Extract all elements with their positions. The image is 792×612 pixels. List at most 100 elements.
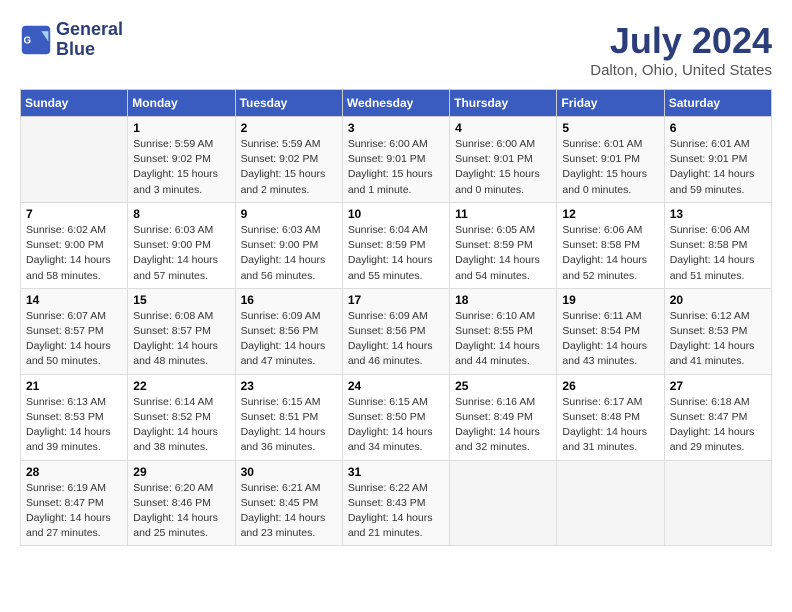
day-number: 31 <box>348 465 444 479</box>
day-cell: 27 Sunrise: 6:18 AM Sunset: 8:47 PM Dayli… <box>664 374 771 460</box>
day-number: 15 <box>133 293 229 307</box>
day-info: Sunrise: 6:09 AM Sunset: 8:56 PM Dayligh… <box>348 309 444 370</box>
day-number: 30 <box>241 465 337 479</box>
week-row-5: 28 Sunrise: 6:19 AM Sunset: 8:47 PM Dayli… <box>21 460 772 546</box>
day-number: 20 <box>670 293 766 307</box>
day-number: 23 <box>241 379 337 393</box>
day-number: 22 <box>133 379 229 393</box>
day-cell <box>450 460 557 546</box>
logo-line1: General <box>56 20 123 40</box>
day-number: 3 <box>348 121 444 135</box>
day-info: Sunrise: 6:19 AM Sunset: 8:47 PM Dayligh… <box>26 481 122 542</box>
day-cell: 29 Sunrise: 6:20 AM Sunset: 8:46 PM Dayli… <box>128 460 235 546</box>
col-header-tuesday: Tuesday <box>235 90 342 117</box>
day-info: Sunrise: 6:06 AM Sunset: 8:58 PM Dayligh… <box>670 223 766 284</box>
day-info: Sunrise: 6:18 AM Sunset: 8:47 PM Dayligh… <box>670 395 766 456</box>
day-info: Sunrise: 6:10 AM Sunset: 8:55 PM Dayligh… <box>455 309 551 370</box>
day-cell: 2Sunrise: 5:59 AM Sunset: 9:02 PM Daylig… <box>235 117 342 203</box>
day-cell: 6Sunrise: 6:01 AM Sunset: 9:01 PM Daylig… <box>664 117 771 203</box>
day-number: 1 <box>133 121 229 135</box>
day-cell: 28 Sunrise: 6:19 AM Sunset: 8:47 PM Dayli… <box>21 460 128 546</box>
day-number: 7 <box>26 207 122 221</box>
svg-text:G: G <box>24 35 32 46</box>
logo-icon: G <box>20 24 52 56</box>
day-cell <box>557 460 664 546</box>
day-cell: 23 Sunrise: 6:15 AM Sunset: 8:51 PM Dayli… <box>235 374 342 460</box>
col-header-saturday: Saturday <box>664 90 771 117</box>
day-cell: 31 Sunrise: 6:22 AM Sunset: 8:43 PM Dayli… <box>342 460 449 546</box>
col-header-sunday: Sunday <box>21 90 128 117</box>
day-cell: 5 Sunrise: 6:01 AM Sunset: 9:01 PM Daylig… <box>557 117 664 203</box>
day-cell <box>664 460 771 546</box>
day-number: 6 <box>670 121 766 135</box>
col-header-friday: Friday <box>557 90 664 117</box>
day-number: 26 <box>562 379 658 393</box>
day-cell: 17 Sunrise: 6:09 AM Sunset: 8:56 PM Dayli… <box>342 288 449 374</box>
day-cell: 30Sunrise: 6:21 AM Sunset: 8:45 PM Dayli… <box>235 460 342 546</box>
header-row: SundayMondayTuesdayWednesdayThursdayFrid… <box>21 90 772 117</box>
day-number: 17 <box>348 293 444 307</box>
day-info: Sunrise: 6:14 AM Sunset: 8:52 PM Dayligh… <box>133 395 229 456</box>
day-number: 18 <box>455 293 551 307</box>
day-number: 29 <box>133 465 229 479</box>
day-number: 11 <box>455 207 551 221</box>
day-number: 8 <box>133 207 229 221</box>
week-row-2: 7 Sunrise: 6:02 AM Sunset: 9:00 PM Daylig… <box>21 202 772 288</box>
day-info: Sunrise: 6:09 AM Sunset: 8:56 PM Dayligh… <box>241 309 337 370</box>
day-info: Sunrise: 6:07 AM Sunset: 8:57 PM Dayligh… <box>26 309 122 370</box>
day-info: Sunrise: 6:03 AM Sunset: 9:00 PM Dayligh… <box>133 223 229 284</box>
week-row-4: 21 Sunrise: 6:13 AM Sunset: 8:53 PM Dayli… <box>21 374 772 460</box>
title-block: July 2024 Dalton, Ohio, United States <box>590 20 772 79</box>
col-header-monday: Monday <box>128 90 235 117</box>
day-cell: 25Sunrise: 6:16 AM Sunset: 8:49 PM Dayli… <box>450 374 557 460</box>
day-number: 19 <box>562 293 658 307</box>
day-number: 21 <box>26 379 122 393</box>
day-info: Sunrise: 6:03 AM Sunset: 9:00 PM Dayligh… <box>241 223 337 284</box>
day-number: 4 <box>455 121 551 135</box>
col-header-wednesday: Wednesday <box>342 90 449 117</box>
logo-line2: Blue <box>56 40 123 60</box>
day-cell: 3 Sunrise: 6:00 AM Sunset: 9:01 PM Daylig… <box>342 117 449 203</box>
day-info: Sunrise: 6:15 AM Sunset: 8:51 PM Dayligh… <box>241 395 337 456</box>
day-info: Sunrise: 6:08 AM Sunset: 8:57 PM Dayligh… <box>133 309 229 370</box>
day-cell: 1 Sunrise: 5:59 AM Sunset: 9:02 PM Daylig… <box>128 117 235 203</box>
day-info: Sunrise: 6:02 AM Sunset: 9:00 PM Dayligh… <box>26 223 122 284</box>
day-info: Sunrise: 6:20 AM Sunset: 8:46 PM Dayligh… <box>133 481 229 542</box>
day-cell: 20Sunrise: 6:12 AM Sunset: 8:53 PM Dayli… <box>664 288 771 374</box>
day-number: 13 <box>670 207 766 221</box>
day-info: Sunrise: 6:06 AM Sunset: 8:58 PM Dayligh… <box>562 223 658 284</box>
day-cell: 14Sunrise: 6:07 AM Sunset: 8:57 PM Dayli… <box>21 288 128 374</box>
day-cell: 11 Sunrise: 6:05 AM Sunset: 8:59 PM Dayli… <box>450 202 557 288</box>
day-number: 10 <box>348 207 444 221</box>
day-cell: 18 Sunrise: 6:10 AM Sunset: 8:55 PM Dayli… <box>450 288 557 374</box>
day-cell: 26Sunrise: 6:17 AM Sunset: 8:48 PM Dayli… <box>557 374 664 460</box>
day-info: Sunrise: 6:01 AM Sunset: 9:01 PM Dayligh… <box>562 137 658 198</box>
day-number: 12 <box>562 207 658 221</box>
day-cell: 21 Sunrise: 6:13 AM Sunset: 8:53 PM Dayli… <box>21 374 128 460</box>
day-info: Sunrise: 6:00 AM Sunset: 9:01 PM Dayligh… <box>348 137 444 198</box>
day-cell: 8 Sunrise: 6:03 AM Sunset: 9:00 PM Daylig… <box>128 202 235 288</box>
day-info: Sunrise: 6:05 AM Sunset: 8:59 PM Dayligh… <box>455 223 551 284</box>
day-number: 16 <box>241 293 337 307</box>
col-header-thursday: Thursday <box>450 90 557 117</box>
day-cell: 15 Sunrise: 6:08 AM Sunset: 8:57 PM Dayli… <box>128 288 235 374</box>
day-number: 5 <box>562 121 658 135</box>
calendar-table: SundayMondayTuesdayWednesdayThursdayFrid… <box>20 89 772 546</box>
day-number: 27 <box>670 379 766 393</box>
page-title: July 2024 <box>590 20 772 62</box>
day-info: Sunrise: 6:00 AM Sunset: 9:01 PM Dayligh… <box>455 137 551 198</box>
day-cell: 12 Sunrise: 6:06 AM Sunset: 8:58 PM Dayli… <box>557 202 664 288</box>
day-cell <box>21 117 128 203</box>
day-info: Sunrise: 6:13 AM Sunset: 8:53 PM Dayligh… <box>26 395 122 456</box>
day-number: 25 <box>455 379 551 393</box>
day-number: 2 <box>241 121 337 135</box>
day-cell: 4 Sunrise: 6:00 AM Sunset: 9:01 PM Daylig… <box>450 117 557 203</box>
day-info: Sunrise: 6:22 AM Sunset: 8:43 PM Dayligh… <box>348 481 444 542</box>
logo: G General Blue <box>20 20 123 60</box>
day-info: Sunrise: 5:59 AM Sunset: 9:02 PM Dayligh… <box>133 137 229 198</box>
day-number: 28 <box>26 465 122 479</box>
day-info: Sunrise: 6:11 AM Sunset: 8:54 PM Dayligh… <box>562 309 658 370</box>
day-info: Sunrise: 6:15 AM Sunset: 8:50 PM Dayligh… <box>348 395 444 456</box>
day-cell: 16 Sunrise: 6:09 AM Sunset: 8:56 PM Dayli… <box>235 288 342 374</box>
page-header: G General Blue July 2024 Dalton, Ohio, U… <box>20 20 772 79</box>
